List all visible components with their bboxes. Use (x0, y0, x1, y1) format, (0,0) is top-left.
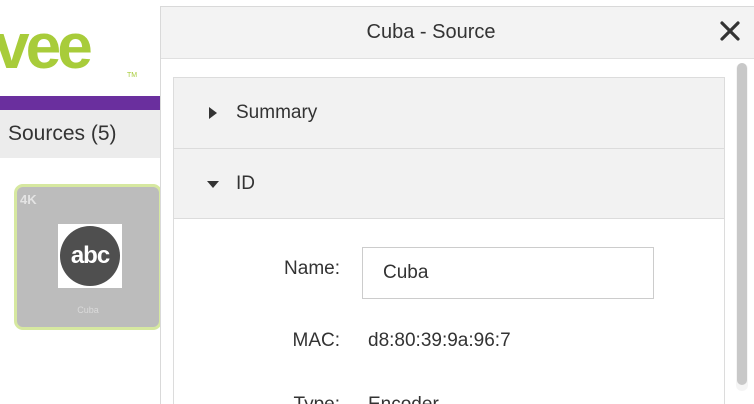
source-dialog: Cuba - Source Summary ID Name: Cuba MAC:… (160, 6, 754, 404)
dialog-scrollbar[interactable] (736, 63, 748, 391)
type-value: Encoder (368, 394, 439, 404)
background-app: vee TM Sources (5) 4K abc Cuba (0, 0, 165, 404)
brand-bar (0, 96, 165, 110)
id-section-label: ID (236, 173, 255, 194)
channel-logo-text: abc (70, 242, 110, 269)
close-icon (720, 21, 740, 41)
accordion: Summary ID Name: MAC: d8:80:39:9a:96:7 T… (173, 77, 725, 404)
id-section-body: Name: MAC: d8:80:39:9a:96:7 Type: Encode… (174, 218, 724, 404)
resolution-badge: 4K (20, 192, 37, 207)
dialog-title: Cuba - Source (366, 21, 496, 43)
type-label: Type: (174, 394, 340, 404)
id-section-header[interactable]: ID (174, 148, 724, 218)
screen: vee TM Sources (5) 4K abc Cuba Cuba - So… (0, 0, 754, 404)
sources-header[interactable]: Sources (5) (0, 110, 165, 158)
trademark-mark: TM (127, 72, 138, 79)
channel-logo: abc (58, 224, 122, 288)
summary-section-label: Summary (236, 102, 318, 123)
brand-logo: vee (0, 10, 93, 82)
mac-value: d8:80:39:9a:96:7 (368, 330, 511, 351)
name-label: Name: (284, 258, 340, 279)
source-card[interactable]: 4K abc Cuba (14, 184, 162, 330)
abc-logo-icon: abc (60, 226, 120, 286)
close-button[interactable] (716, 17, 744, 45)
summary-section-header[interactable]: Summary (174, 78, 724, 148)
dialog-header: Cuba - Source (161, 7, 754, 59)
mac-label: MAC: (292, 330, 341, 351)
caret-right-icon (209, 107, 217, 119)
sources-label: Sources (5) (8, 122, 117, 145)
source-card-name: Cuba (77, 305, 99, 315)
dialog-content: Summary ID Name: MAC: d8:80:39:9a:96:7 T… (173, 77, 735, 404)
name-input[interactable] (362, 247, 654, 299)
scrollbar-thumb[interactable] (737, 63, 747, 385)
caret-down-icon (207, 181, 219, 188)
